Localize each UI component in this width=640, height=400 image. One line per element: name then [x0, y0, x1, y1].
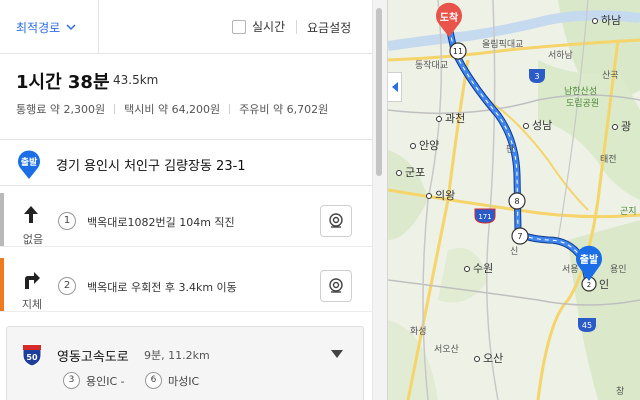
- map-label-dongjak-bridge: 동작대교: [415, 61, 449, 71]
- map-label-pangyo: 판: [506, 145, 515, 155]
- road-shield-45-icon: 45: [578, 318, 596, 332]
- origin-address: 경기 용인시 처인구 김량장동 23-1: [56, 159, 246, 174]
- origin-map-marker-icon[interactable]: 출발: [574, 244, 604, 282]
- svg-text:3: 3: [534, 72, 539, 81]
- origin-badge: 출발: [21, 156, 38, 168]
- map-label-taejeon: 태전: [600, 155, 617, 165]
- waypoint-7-icon: 7: [511, 227, 529, 245]
- map-label-hanam: 하남: [592, 12, 621, 28]
- realtime-label: 실시간: [252, 20, 286, 34]
- destination-badge: 도착: [440, 11, 459, 24]
- origin-map-badge: 출발: [580, 253, 599, 266]
- map-label-gwacheon: 과천: [436, 110, 465, 126]
- turn-right-arrow-icon: [25, 272, 40, 289]
- ic-entry: 3 용인IC -: [63, 372, 125, 389]
- cost-separator: [229, 104, 231, 114]
- svg-text:45: 45: [582, 321, 592, 330]
- map-pin-view-icon: [329, 278, 343, 293]
- origin-marker-icon: 출발: [18, 150, 40, 179]
- map-label-osan: 오산: [474, 350, 503, 366]
- map-label-gonji: 곤지: [620, 207, 637, 217]
- topbar-divider: [98, 0, 99, 54]
- waypoint-11-icon: 11: [449, 42, 467, 60]
- step-instruction: 백옥대로1082번길 104m 직진: [87, 216, 235, 229]
- ic-number: 3: [63, 372, 80, 389]
- map-label-chang: 창: [616, 387, 625, 397]
- step-instruction: 백옥대로 우회전 후 3.4km 이동: [87, 281, 237, 294]
- cost-breakdown: 통행료 약 2,300원 택시비 약 64,200원 주유비 약 6,702원: [16, 101, 328, 117]
- total-distance: 43.5km: [113, 73, 159, 87]
- svg-text:7: 7: [517, 232, 522, 241]
- map-label-anyang: 안양: [410, 137, 439, 153]
- route-option-dropdown[interactable]: 최적경로: [16, 19, 76, 36]
- highway-shield-icon: 50: [22, 344, 42, 367]
- expand-triangle-icon[interactable]: [331, 350, 343, 358]
- map-label-seohanam: 서하남: [548, 51, 573, 61]
- ic-exit: 6 마성IC: [145, 372, 199, 389]
- collapse-panel-button[interactable]: [388, 72, 402, 102]
- map-label-olympic-bridge: 올림픽대교: [482, 40, 524, 50]
- highway-meta: 9분, 11.2km: [144, 349, 210, 362]
- chevron-left-icon: [391, 82, 398, 92]
- svg-text:11: 11: [453, 47, 463, 56]
- fee-divider: [296, 20, 297, 34]
- ic-label: 마성IC: [168, 374, 200, 388]
- traffic-status-bar: [0, 258, 4, 311]
- straight-arrow-icon: [24, 206, 38, 223]
- route-step[interactable]: 없음 1 백옥대로1082번길 104m 직진: [0, 193, 372, 247]
- map-label-seongnam: 성남: [523, 117, 552, 133]
- origin-row[interactable]: 출발 경기 용인시 처인구 김량장동 23-1: [0, 140, 372, 186]
- fee-settings-button[interactable]: 요금설정: [307, 19, 351, 36]
- cost-separator: [114, 104, 116, 114]
- destination-marker-icon[interactable]: 도착: [434, 2, 464, 38]
- map-label-seoosan: 서오산: [434, 345, 459, 355]
- highway-name: 영동고속도로: [57, 350, 129, 365]
- svg-text:2: 2: [587, 281, 591, 289]
- realtime-checkbox[interactable]: [232, 19, 246, 34]
- map-label-gunpo: 군포: [396, 164, 425, 180]
- route-options-bar: 최적경로 실시간 요금설정: [0, 0, 372, 54]
- svg-text:171: 171: [478, 213, 491, 221]
- map-label-gwang: 광: [612, 118, 631, 134]
- map-pin-view-icon: [329, 213, 343, 228]
- route-panel: 최적경로 실시간 요금설정 1시간 38분 43.5km 통행료 약 2,300…: [0, 0, 388, 400]
- map-view[interactable]: 하남 올림픽대교 서하남 동작대교 남한산성 도립공원 산곡 과천 성남 광 안…: [388, 0, 640, 400]
- taxi-fee: 택시비 약 64,200원: [124, 103, 221, 116]
- road-shield-3-icon: 3: [529, 69, 545, 83]
- map-label-yongin-east: 용인: [610, 265, 627, 275]
- traffic-status-bar: [0, 193, 4, 246]
- scrollbar-thumb[interactable]: [376, 8, 382, 176]
- map-label-hwaseong: 화성: [410, 327, 427, 337]
- map-label-uiwang: 의왕: [426, 187, 455, 203]
- map-label-suwon: 수원: [464, 260, 493, 276]
- ic-number: 6: [145, 372, 162, 389]
- route-summary: 1시간 38분 43.5km 통행료 약 2,300원 택시비 약 64,200…: [0, 54, 372, 140]
- chevron-down-icon: [66, 24, 76, 31]
- route-step[interactable]: 지체 2 백옥대로 우회전 후 3.4km 이동: [0, 258, 372, 312]
- map-label-sanguk: 산곡: [602, 71, 619, 81]
- step-view-button[interactable]: [320, 205, 352, 237]
- step-number: 2: [58, 277, 76, 295]
- step-view-button[interactable]: [320, 270, 352, 302]
- map-label-provincial-park: 도립공원: [566, 99, 600, 109]
- realtime-toggle[interactable]: 실시간: [232, 18, 285, 35]
- fuel-fee: 주유비 약 6,702원: [239, 103, 329, 116]
- map-label-singal: 신: [510, 247, 519, 257]
- road-shield-171-icon: 171: [474, 208, 496, 224]
- route-option-label: 최적경로: [16, 21, 61, 35]
- step-number: 1: [58, 212, 76, 230]
- ic-label: 용인IC -: [86, 374, 125, 388]
- traffic-status: 없음: [22, 233, 44, 246]
- traffic-status: 지체: [21, 298, 43, 311]
- highway-section[interactable]: 50 영동고속도로 9분, 11.2km 3 용인IC - 6 마성IC: [6, 326, 364, 400]
- waypoint-8-icon: 8: [508, 192, 526, 210]
- svg-text:8: 8: [514, 197, 519, 206]
- highway-shield-number: 50: [26, 353, 38, 362]
- total-time: 1시간 38분: [16, 72, 110, 93]
- toll-fee: 통행료 약 2,300원: [16, 103, 106, 116]
